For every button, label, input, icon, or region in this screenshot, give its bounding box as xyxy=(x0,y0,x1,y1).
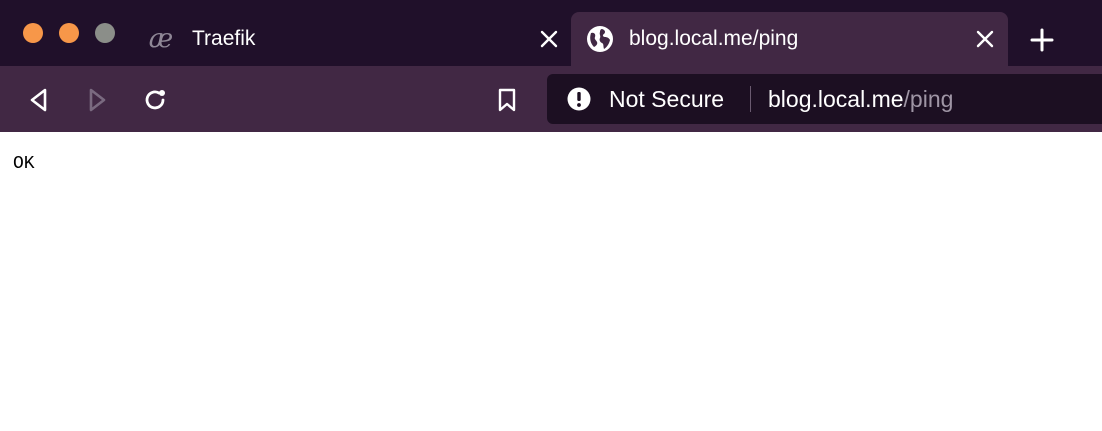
new-tab-button[interactable] xyxy=(1028,26,1056,54)
page-content: OK xyxy=(0,132,1102,431)
close-icon xyxy=(540,30,558,48)
tab-title: Traefik xyxy=(192,27,256,50)
tab-traefik[interactable]: æ Traefik xyxy=(130,12,568,66)
info-icon[interactable] xyxy=(567,87,591,111)
url-divider xyxy=(750,86,751,112)
tab-close-button[interactable] xyxy=(538,28,560,50)
back-arrow-icon xyxy=(30,88,47,112)
plus-icon xyxy=(1030,28,1054,52)
close-icon xyxy=(976,30,994,48)
aether-logo-icon: æ xyxy=(148,24,174,54)
address-bar[interactable]: Not Secure blog.local.me/ping xyxy=(547,74,1102,124)
globe-icon xyxy=(586,25,614,53)
tab-blog-ping[interactable]: blog.local.me/ping xyxy=(571,12,1008,66)
tab-strip: æ Traefik blog.local.me/ping xyxy=(0,0,1102,66)
window-close-button[interactable] xyxy=(23,23,43,43)
url-path: /ping xyxy=(903,86,954,112)
window-minimize-button[interactable] xyxy=(59,23,79,43)
tab-close-button[interactable] xyxy=(974,28,996,50)
back-button[interactable] xyxy=(25,86,53,114)
window-maximize-button[interactable] xyxy=(95,23,115,43)
url-host: blog.local.me xyxy=(768,86,904,112)
reload-icon xyxy=(145,90,165,110)
tab-title: blog.local.me/ping xyxy=(629,27,799,50)
forward-button[interactable] xyxy=(83,86,111,114)
bookmark-button[interactable] xyxy=(493,86,521,114)
security-status-label[interactable]: Not Secure xyxy=(609,85,724,113)
url-field[interactable]: blog.local.me/ping xyxy=(768,85,953,113)
forward-arrow-icon xyxy=(89,88,106,112)
navigation-toolbar: Not Secure blog.local.me/ping xyxy=(0,66,1102,132)
reload-button[interactable] xyxy=(141,86,169,114)
response-body-text: OK xyxy=(13,154,35,174)
bookmark-icon xyxy=(498,88,516,112)
